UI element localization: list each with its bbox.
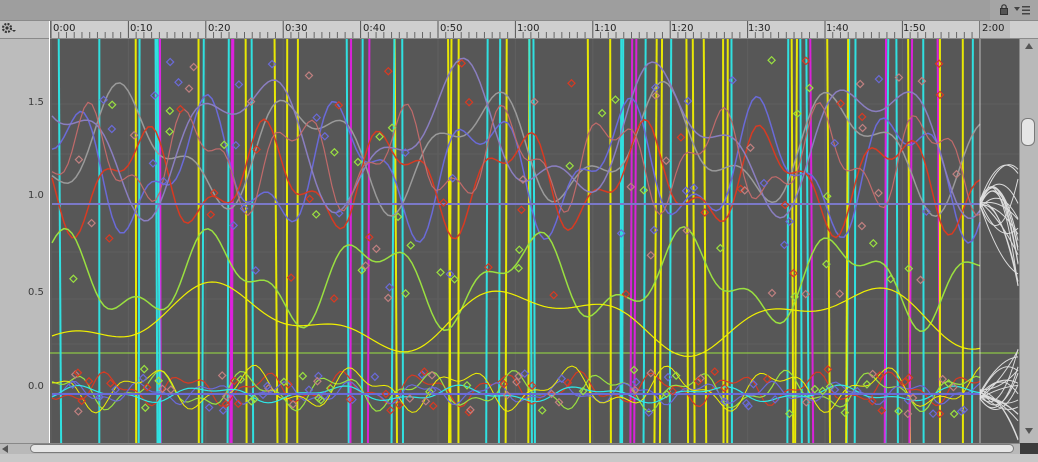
menu-icon[interactable] <box>1013 5 1031 15</box>
tick-label: 1:20 <box>671 23 694 34</box>
gear-icon[interactable] <box>0 21 16 35</box>
tick-label: 0:50 <box>440 23 463 34</box>
curve-spike <box>619 39 623 443</box>
curve-spike <box>621 39 625 443</box>
lock-icon[interactable] <box>1000 4 1008 15</box>
tick-label: 1:30 <box>748 23 771 34</box>
scroll-left-icon[interactable] <box>2 445 8 453</box>
curve-spike <box>609 39 612 443</box>
axis-label: 0.5 <box>28 287 44 298</box>
curve-spike <box>226 39 230 443</box>
horizontal-scroll-thumb[interactable] <box>30 444 1014 453</box>
axis-label: 0.0 <box>28 381 44 392</box>
tick-label: 0:20 <box>208 23 231 34</box>
curve-spike <box>360 39 364 443</box>
tick-label: 1:40 <box>826 23 849 34</box>
window-header <box>0 0 1038 21</box>
end-time-label: 2:00 <box>982 23 1005 34</box>
tick-label: 1:50 <box>903 23 926 34</box>
vertical-scrollbar[interactable] <box>1019 39 1038 443</box>
value-axis: 1.5 1.0 0.5 0.0 <box>0 39 50 443</box>
curve-canvas[interactable] <box>0 39 1020 443</box>
scroll-down-icon[interactable] <box>1025 428 1033 434</box>
axis-label: 1.0 <box>28 190 44 201</box>
curve-spike <box>296 39 299 443</box>
tick-label: 0:40 <box>363 23 386 34</box>
header-bar <box>0 0 990 20</box>
tick-label: 0:30 <box>285 23 308 34</box>
scroll-up-icon[interactable] <box>1025 43 1033 49</box>
tick-label: 1:10 <box>594 23 617 34</box>
status-bar <box>0 454 1038 462</box>
vertical-scroll-thumb[interactable] <box>1021 118 1035 146</box>
tick-label: 0:00 <box>53 23 76 34</box>
curve-spike <box>853 39 857 443</box>
axis-label: 1.5 <box>28 97 44 108</box>
curve-spike <box>883 39 888 443</box>
time-ruler[interactable]: 0:00 0:10 0:20 0:30 0:40 0:50 1:00 1:10 … <box>0 21 1038 39</box>
animation-curve-editor: 0:00 0:10 0:20 0:30 0:40 0:50 1:00 1:10 … <box>0 0 1038 462</box>
tick-label: 1:00 <box>517 23 540 34</box>
curve-spike <box>497 39 502 443</box>
curve-spike <box>244 39 248 443</box>
curve-spike <box>786 39 790 443</box>
tick-label: 0:10 <box>130 23 153 34</box>
playhead-line[interactable] <box>49 21 50 443</box>
curve-spike <box>401 39 404 443</box>
